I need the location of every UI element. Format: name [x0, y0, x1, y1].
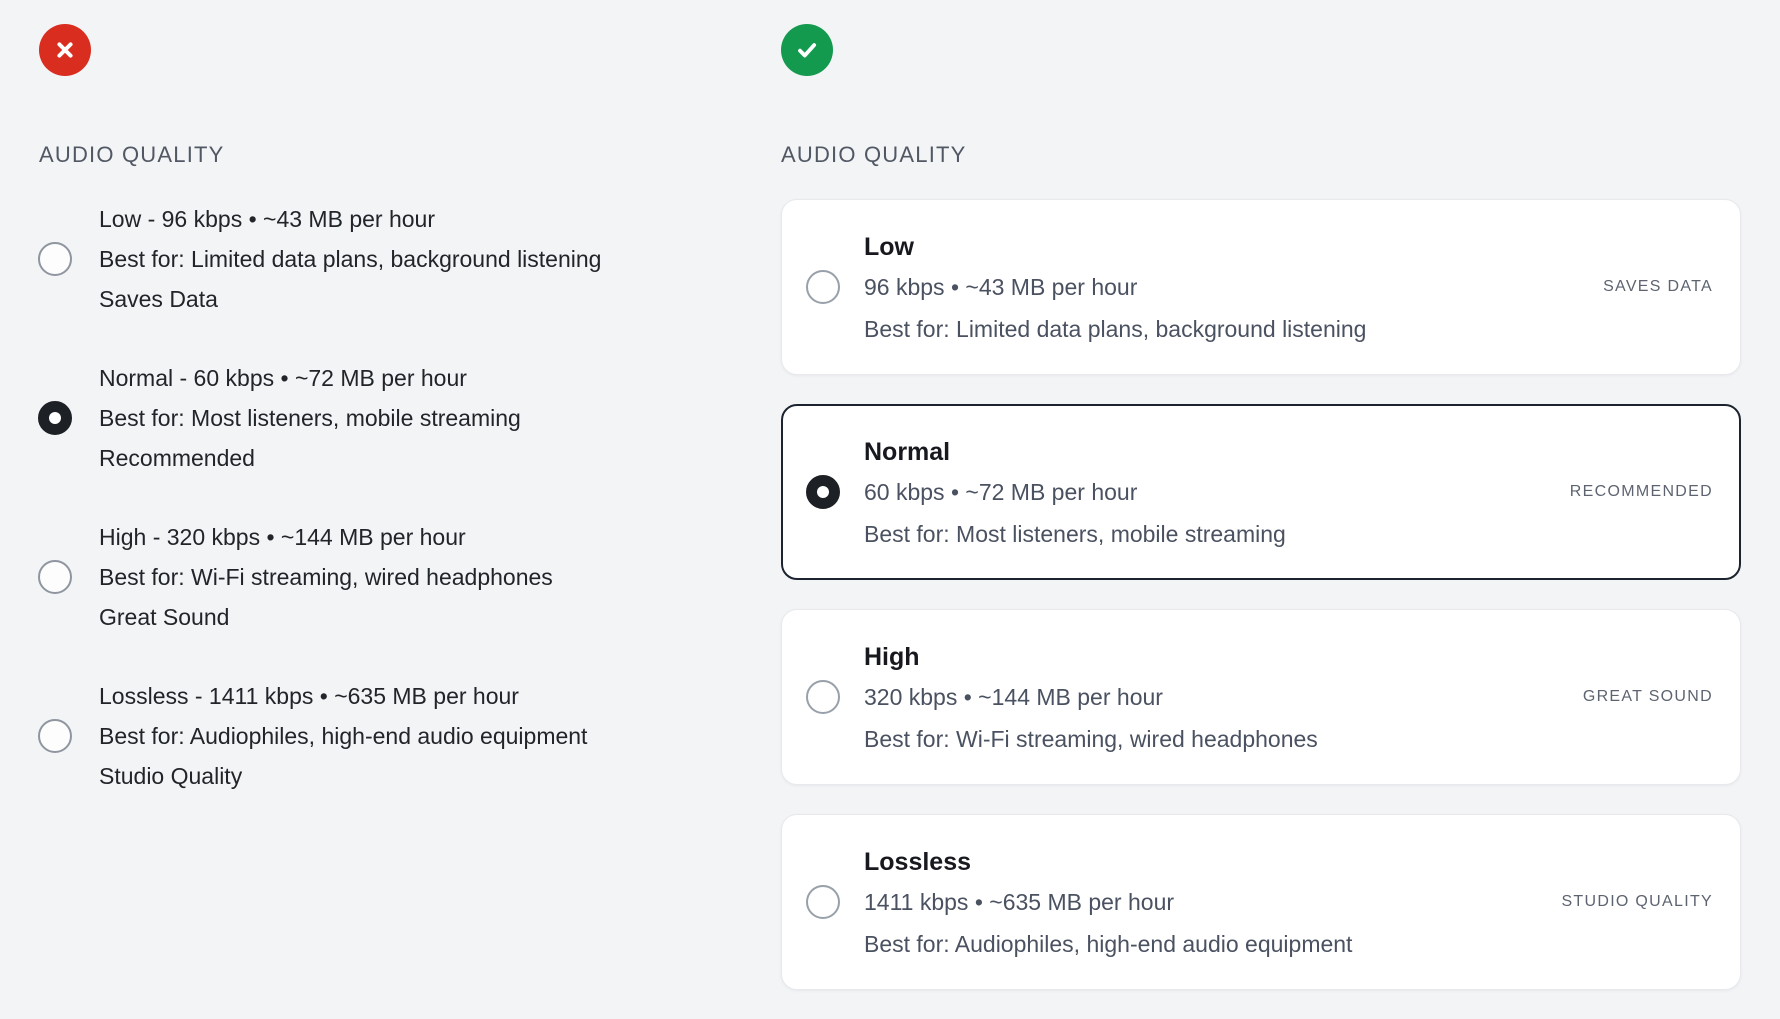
option-line: Best for: Audiophiles, high-end audio eq…: [99, 716, 729, 756]
option-line: Best for: Limited data plans, background…: [99, 239, 729, 279]
great-sound-badge: GREAT SOUND: [1583, 687, 1713, 707]
saves-data-badge: SAVES DATA: [1603, 277, 1713, 297]
check-circle-icon: [781, 24, 833, 76]
radio-lossless[interactable]: [806, 885, 840, 919]
option-line: Low - 96 kbps • ~43 MB per hour: [99, 199, 729, 239]
plain-option-high[interactable]: High - 320 kbps • ~144 MB per hour Best …: [39, 517, 729, 637]
option-line: Normal - 60 kbps • ~72 MB per hour: [99, 358, 729, 398]
option-line: Best for: Wi-Fi streaming, wired headpho…: [99, 557, 729, 597]
studio-quality-badge: STUDIO QUALITY: [1561, 892, 1713, 912]
card-option-normal-selected[interactable]: Normal 60 kbps • ~72 MB per hour Best fo…: [781, 404, 1741, 580]
option-title: Low: [864, 228, 1712, 266]
plain-option-lossless[interactable]: Lossless - 1411 kbps • ~635 MB per hour …: [39, 676, 729, 796]
card-option-lossless[interactable]: Lossless 1411 kbps • ~635 MB per hour Be…: [781, 814, 1741, 990]
option-title: Normal: [864, 433, 1712, 471]
option-title: Lossless: [864, 843, 1712, 881]
good-example-panel: AUDIO QUALITY Low 96 kbps • ~43 MB per h…: [781, 24, 1741, 1019]
recommended-badge: RECOMMENDED: [1570, 482, 1713, 502]
option-line: Saves Data: [99, 279, 729, 319]
option-line: Best for: Most listeners, mobile streami…: [99, 398, 729, 438]
radio-low[interactable]: [38, 242, 72, 276]
plain-option-normal[interactable]: Normal - 60 kbps • ~72 MB per hour Best …: [39, 358, 729, 478]
option-line: Studio Quality: [99, 756, 729, 796]
card-radio-group: Low 96 kbps • ~43 MB per hour Best for: …: [781, 199, 1741, 990]
option-best-for: Best for: Most listeners, mobile streami…: [864, 513, 1712, 555]
option-best-for: Best for: Limited data plans, background…: [864, 308, 1712, 350]
card-option-high[interactable]: High 320 kbps • ~144 MB per hour Best fo…: [781, 609, 1741, 785]
radio-high[interactable]: [38, 560, 72, 594]
radio-lossless[interactable]: [38, 719, 72, 753]
option-line: High - 320 kbps • ~144 MB per hour: [99, 517, 729, 557]
radio-low[interactable]: [806, 270, 840, 304]
option-detail: 96 kbps • ~43 MB per hour: [864, 266, 1712, 308]
plain-option-low[interactable]: Low - 96 kbps • ~43 MB per hour Best for…: [39, 199, 729, 319]
option-best-for: Best for: Wi-Fi streaming, wired headpho…: [864, 718, 1712, 760]
option-best-for: Best for: Audiophiles, high-end audio eq…: [864, 923, 1712, 965]
audio-quality-section-label: AUDIO QUALITY: [781, 142, 1741, 168]
option-line: Recommended: [99, 438, 729, 478]
audio-quality-section-label: AUDIO QUALITY: [39, 142, 729, 168]
radio-high[interactable]: [806, 680, 840, 714]
option-line: Great Sound: [99, 597, 729, 637]
option-line: Lossless - 1411 kbps • ~635 MB per hour: [99, 676, 729, 716]
x-circle-icon: [39, 24, 91, 76]
bad-example-panel: AUDIO QUALITY Low - 96 kbps • ~43 MB per…: [39, 24, 729, 835]
radio-normal-checked[interactable]: [806, 475, 840, 509]
option-title: High: [864, 638, 1712, 676]
card-option-low[interactable]: Low 96 kbps • ~43 MB per hour Best for: …: [781, 199, 1741, 375]
plain-radio-group: Low - 96 kbps • ~43 MB per hour Best for…: [39, 199, 729, 796]
radio-normal-checked[interactable]: [38, 401, 72, 435]
